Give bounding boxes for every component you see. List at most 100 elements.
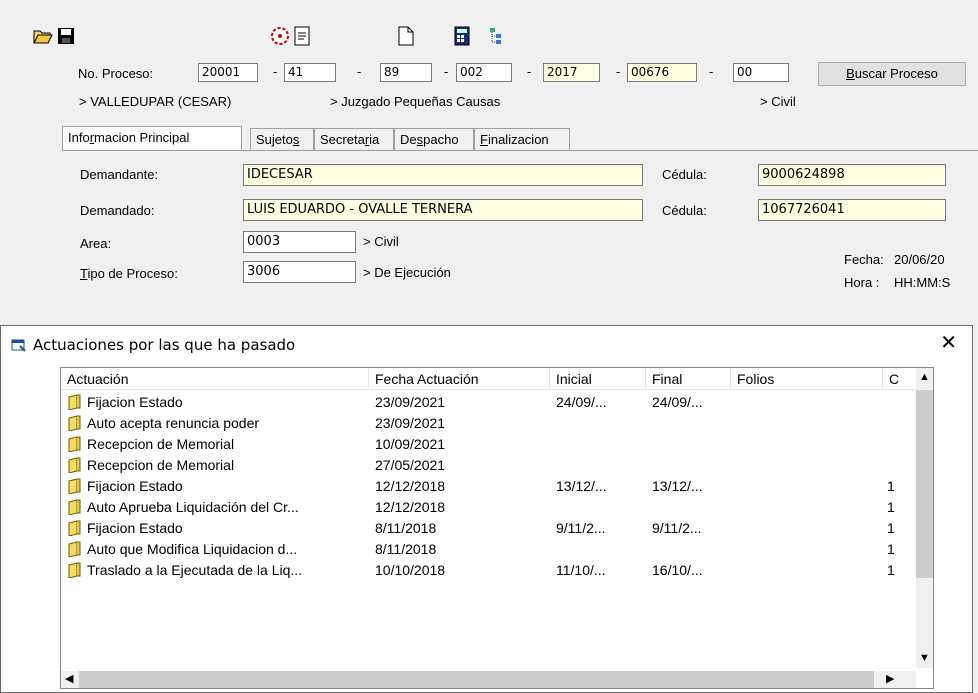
tab-sujetos[interactable]: Sujetos <box>250 128 314 150</box>
process-part-4[interactable]: 002 <box>456 63 512 82</box>
new-document-icon[interactable] <box>396 26 416 46</box>
actuacion-text: Auto acepta renuncia poder <box>87 415 260 431</box>
table-row[interactable]: Recepcion de Memorial 10/09/2021 <box>61 434 901 455</box>
table-row[interactable]: Auto que Modifica Liquidacion d... 8/11/2… <box>61 539 901 560</box>
fecha-cell: 8/11/2018 <box>375 520 437 536</box>
demandante-cedula-label: Cédula: <box>662 167 707 182</box>
fecha-cell: 27/05/2021 <box>375 457 446 473</box>
folder-icon <box>68 541 81 558</box>
actuacion-cell: Fijacion Estado <box>67 392 367 413</box>
separator: - <box>527 64 532 79</box>
folder-icon <box>68 520 81 537</box>
actuacion-text: Fijacion Estado <box>87 394 183 410</box>
column-header-actuacion[interactable]: Actuación <box>61 368 369 390</box>
actuacion-cell: Recepcion de Memorial <box>67 455 367 476</box>
scroll-up-icon[interactable]: ▲ <box>919 371 930 383</box>
scroll-down-icon[interactable]: ▼ <box>919 652 930 664</box>
demandado-field[interactable]: LUIS EDUARDO - OVALLE TERNERA <box>243 199 643 221</box>
table-row[interactable]: Auto acepta renuncia poder 23/09/2021 <box>61 413 901 434</box>
tipo-proceso-code-field[interactable]: 3006 <box>243 261 356 283</box>
actuacion-text: Fijacion Estado <box>87 520 183 536</box>
fecha-value: 20/06/20 <box>894 252 945 267</box>
fecha-cell: 23/09/2021 <box>375 415 446 431</box>
tab-secretaria[interactable]: Secretaria <box>314 128 394 150</box>
process-part-5[interactable]: 2017 <box>543 63 600 82</box>
save-icon[interactable] <box>56 26 76 46</box>
actuacion-text: Recepcion de Memorial <box>87 436 235 452</box>
window-icon <box>11 338 27 355</box>
search-process-button[interactable]: Buscar Proceso <box>818 62 966 86</box>
folder-icon <box>68 394 81 411</box>
final-cell: 24/09/... <box>652 394 703 410</box>
demandado-cedula-field[interactable]: 1067726041 <box>758 199 946 221</box>
process-part-6[interactable]: 00676 <box>627 63 697 82</box>
separator: - <box>357 64 362 79</box>
actuacion-cell: Fijacion Estado <box>67 518 367 539</box>
column-header-final[interactable]: Final <box>646 368 731 390</box>
separator: - <box>616 64 621 79</box>
table-row[interactable]: Recepcion de Memorial 27/05/2021 <box>61 455 901 476</box>
scroll-thumb[interactable] <box>916 390 933 578</box>
actuacion-cell: Recepcion de Memorial <box>67 434 367 455</box>
demandante-cedula-field[interactable]: 9000624898 <box>758 164 946 186</box>
separator: - <box>444 64 449 79</box>
scroll-thumb-horizontal[interactable] <box>79 671 874 688</box>
close-icon[interactable]: ✕ <box>940 330 957 355</box>
actuacion-cell: Fijacion Estado <box>67 476 367 497</box>
table-row[interactable]: Traslado a la Ejecutada de la Liq... 10/1… <box>61 560 901 581</box>
area-name: > Civil <box>363 234 399 249</box>
folder-icon <box>68 478 81 495</box>
scroll-left-icon[interactable]: ◀ <box>65 672 73 685</box>
inicial-cell: 9/11/2... <box>556 520 606 536</box>
column-header-folios[interactable]: Folios <box>731 368 883 390</box>
folder-icon <box>68 436 81 453</box>
column-header-inicial[interactable]: Inicial <box>550 368 646 390</box>
c-cell: 1 <box>887 499 895 515</box>
c-cell: 1 <box>887 541 895 557</box>
city-text: > VALLEDUPAR (CESAR) <box>79 94 232 109</box>
process-part-2[interactable]: 41 <box>284 63 336 82</box>
actuacion-cell: Auto que Modifica Liquidacion d... <box>67 539 367 560</box>
actuacion-text: Auto Aprueba Liquidación del Cr... <box>87 499 299 515</box>
actuaciones-list[interactable]: Actuación Fecha Actuación Inicial Final … <box>60 367 934 689</box>
calculator-icon[interactable] <box>452 26 472 46</box>
process-part-1[interactable]: 20001 <box>198 63 258 82</box>
folder-icon <box>68 457 81 474</box>
table-row[interactable]: Auto Aprueba Liquidación del Cr... 12/12/… <box>61 497 901 518</box>
tab-informacion-principal[interactable]: Informacion Principal <box>62 126 242 150</box>
hora-label: Hora : <box>844 275 880 290</box>
folder-open-icon[interactable] <box>33 26 53 46</box>
area-text: > Civil <box>760 94 796 109</box>
fecha-cell: 12/12/2018 <box>375 499 446 515</box>
folder-icon <box>68 562 81 579</box>
column-header-fecha[interactable]: Fecha Actuación <box>369 368 550 390</box>
process-part-7[interactable]: 00 <box>733 63 789 82</box>
tipo-proceso-name: > De Ejecución <box>363 265 451 280</box>
tree-icon[interactable] <box>487 26 507 46</box>
horizontal-scrollbar[interactable]: ◀ ▶ <box>61 671 916 688</box>
table-row[interactable]: Fijacion Estado 8/11/2018 9/11/2... 9/11/2.… <box>61 518 901 539</box>
court-text: > Juzgado Pequeñas Causas <box>330 94 501 109</box>
inicial-cell: 13/12/... <box>556 478 607 494</box>
toolbar <box>0 0 978 60</box>
actuacion-text: Traslado a la Ejecutada de la Liq... <box>87 562 303 578</box>
tipo-proceso-label: Tipo de Proceso: <box>80 266 178 281</box>
c-cell: 1 <box>887 520 895 536</box>
area-code-field[interactable]: 0003 <box>243 231 356 253</box>
table-row[interactable]: Fijacion Estado 23/09/2021 24/09/... 24/09/… <box>61 392 901 413</box>
vertical-scrollbar[interactable]: ▲ ▼ <box>916 368 933 668</box>
scroll-right-icon[interactable]: ▶ <box>886 672 894 685</box>
final-cell: 9/11/2... <box>652 520 702 536</box>
process-part-3[interactable]: 89 <box>380 63 432 82</box>
tab-strip: Informacion Principal Sujetos Secretaria… <box>62 126 978 150</box>
inicial-cell: 24/09/... <box>556 394 607 410</box>
tab-despacho[interactable]: Despacho <box>394 128 474 150</box>
folder-icon <box>68 415 81 432</box>
tab-finalizacion[interactable]: Finalizacion <box>474 128 570 150</box>
actuacion-cell: Auto acepta renuncia poder <box>67 413 367 434</box>
table-row[interactable]: Fijacion Estado 12/12/2018 13/12/... 13/12/… <box>61 476 901 497</box>
demandante-field[interactable]: IDECESAR <box>243 164 643 186</box>
document-icon[interactable] <box>292 26 312 46</box>
target-icon[interactable] <box>270 26 290 46</box>
fecha-cell: 12/12/2018 <box>375 478 446 494</box>
